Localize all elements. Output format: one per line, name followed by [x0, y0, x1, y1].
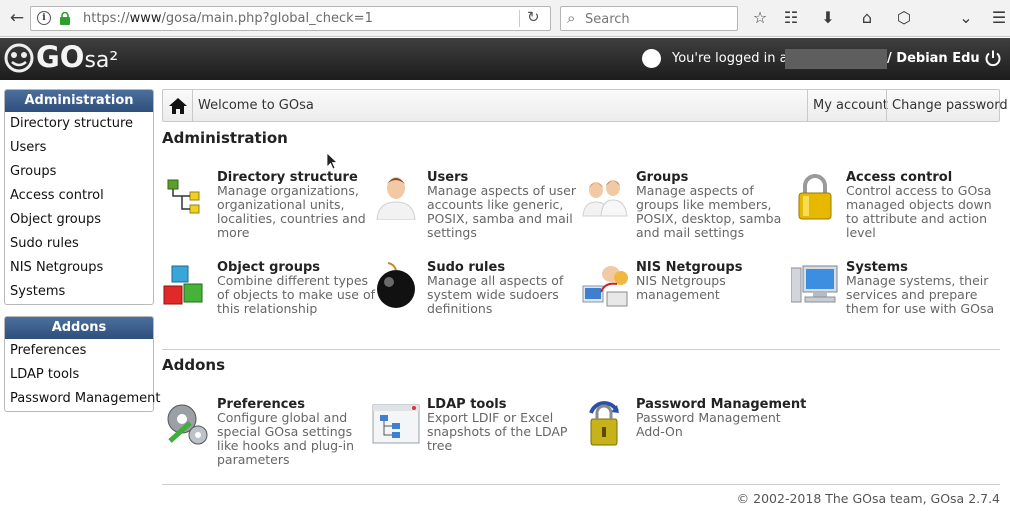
username-redacted — [785, 49, 887, 69]
gosa-logo-icon — [4, 43, 34, 73]
plugin-description: NIS Netgroups management — [636, 273, 726, 302]
plugin-password-management[interactable]: Password Management Password Management … — [581, 397, 806, 477]
cubes-icon — [163, 265, 203, 305]
footer-copyright: © 2002-2018 The GOsa team, GOsa 2.7.4 — [736, 491, 1000, 506]
mouse-cursor-icon — [326, 152, 338, 170]
section-title-addons: Addons — [162, 356, 225, 374]
plugin-description: Combine different types of objects to ma… — [217, 273, 375, 316]
plugin-access-control[interactable]: Access control Control access to GOsa ma… — [791, 170, 1001, 250]
search-icon: ⌕ — [567, 9, 576, 27]
menu-item-nis-netgroups[interactable]: NIS Netgroups — [5, 256, 153, 280]
menu-header-addons: Addons — [5, 317, 153, 339]
hamburger-menu-icon[interactable]: ☰ — [988, 7, 1010, 29]
url-text[interactable]: https://www/gosa/main.php?global_check=1 — [83, 11, 373, 26]
plugin-description: Manage aspects of user accounts like gen… — [427, 183, 576, 240]
change-password-link[interactable]: Change password — [886, 90, 1010, 121]
plugin-systems[interactable]: Systems Manage systems, their services a… — [791, 260, 1001, 340]
reader-list-icon[interactable]: ☷ — [780, 7, 802, 29]
app-logo[interactable]: GOsa² — [36, 40, 118, 74]
chevron-down-icon[interactable]: ⌄ — [955, 7, 977, 29]
browser-toolbar: ← i https://www/gosa/main.php?global_che… — [0, 0, 1010, 37]
plugin-groups[interactable]: Groups Manage aspects of groups like mem… — [581, 170, 791, 250]
section-title-administration: Administration — [162, 129, 288, 147]
group-icon — [582, 180, 628, 217]
menu-addons: Addons Preferences LDAP tools Password M… — [4, 316, 161, 412]
directory-tree-icon — [167, 179, 200, 214]
plugin-description: Password Management Add-On — [636, 410, 781, 439]
menu-item-access-control[interactable]: Access control — [5, 184, 153, 208]
plugin-object-groups[interactable]: Object groups Combine different types of… — [162, 260, 375, 340]
app-header: GOsa² You're logged in as / Debian Edu — [0, 38, 1010, 80]
user-icon — [376, 177, 416, 220]
pocket-icon[interactable]: ⬡ — [893, 7, 915, 29]
menu-item-password-management[interactable]: Password Management — [5, 387, 161, 411]
gears-icon — [167, 404, 208, 445]
menu-item-sudo-rules[interactable]: Sudo rules — [5, 232, 153, 256]
url-separator — [519, 10, 520, 27]
logout-power-icon[interactable] — [984, 49, 1002, 67]
organization-label: / Debian Edu — [887, 51, 980, 66]
lock-icon — [60, 12, 70, 25]
plugin-description: Manage aspects of groups like members, P… — [636, 183, 782, 240]
session-clock-icon — [642, 49, 661, 68]
search-bar[interactable]: ⌕ Search — [560, 6, 738, 31]
search-placeholder: Search — [585, 12, 630, 27]
download-icon[interactable]: ⬇ — [817, 7, 839, 29]
ldap-window-icon — [372, 404, 420, 444]
reload-icon[interactable]: ↻ — [527, 8, 540, 26]
menu-item-object-groups[interactable]: Object groups — [5, 208, 153, 232]
home-icon — [169, 98, 187, 114]
plugin-directory-structure[interactable]: Directory structure Manage organizations… — [162, 170, 372, 250]
password-lock-icon — [589, 401, 619, 446]
home-button[interactable] — [163, 90, 193, 121]
plugin-preferences[interactable]: Preferences Configure global and special… — [162, 397, 372, 477]
menu-item-users[interactable]: Users — [5, 136, 153, 160]
welcome-text: Welcome to GOsa — [198, 98, 314, 113]
info-icon[interactable]: i — [37, 11, 51, 25]
computer-icon — [791, 265, 838, 303]
plugin-ldap-tools[interactable]: LDAP tools Export LDIF or Excel snapshot… — [372, 397, 582, 477]
welcome-bar: Welcome to GOsa My account Change passwo… — [162, 89, 1008, 122]
menu-item-systems[interactable]: Systems — [5, 280, 153, 304]
menu-item-groups[interactable]: Groups — [5, 160, 153, 184]
plugin-nis-netgroups[interactable]: NIS Netgroups NIS Netgroups management — [581, 260, 791, 340]
plugin-description: Manage systems, their services and prepa… — [846, 273, 995, 316]
plugin-description: Manage organizations, organizational uni… — [217, 183, 366, 240]
bookmark-star-icon[interactable]: ☆ — [749, 7, 771, 29]
footer-divider — [162, 484, 1000, 485]
plugin-users[interactable]: Users Manage aspects of user accounts li… — [372, 170, 582, 250]
bomb-icon — [377, 262, 415, 308]
section-divider — [162, 349, 1000, 350]
menu-header-administration: Administration — [5, 90, 153, 112]
padlock-icon — [798, 174, 832, 220]
menu-item-directory-structure[interactable]: Directory structure — [5, 112, 153, 136]
menu-item-preferences[interactable]: Preferences — [5, 339, 153, 363]
logged-in-label: You're logged in as — [672, 51, 795, 66]
back-arrow-icon[interactable]: ← — [4, 6, 30, 30]
plugin-description: Control access to GOsa managed objects d… — [846, 183, 992, 240]
plugin-description: Manage all aspects of system wide sudoer… — [427, 273, 564, 316]
url-bar[interactable]: i https://www/gosa/main.php?global_check… — [30, 6, 551, 31]
my-account-link[interactable]: My account — [807, 90, 893, 121]
plugin-sudo-rules[interactable]: Sudo rules Manage all aspects of system … — [372, 260, 582, 340]
netgroup-icon — [582, 266, 628, 307]
menu-administration: Administration Directory structure Users… — [4, 89, 154, 305]
plugin-description: Configure global and special GOsa settin… — [217, 410, 355, 467]
home-browser-icon[interactable]: ⌂ — [856, 7, 878, 29]
plugin-description: Export LDIF or Excel snapshots of the LD… — [427, 410, 568, 453]
menu-item-ldap-tools[interactable]: LDAP tools — [5, 363, 153, 387]
